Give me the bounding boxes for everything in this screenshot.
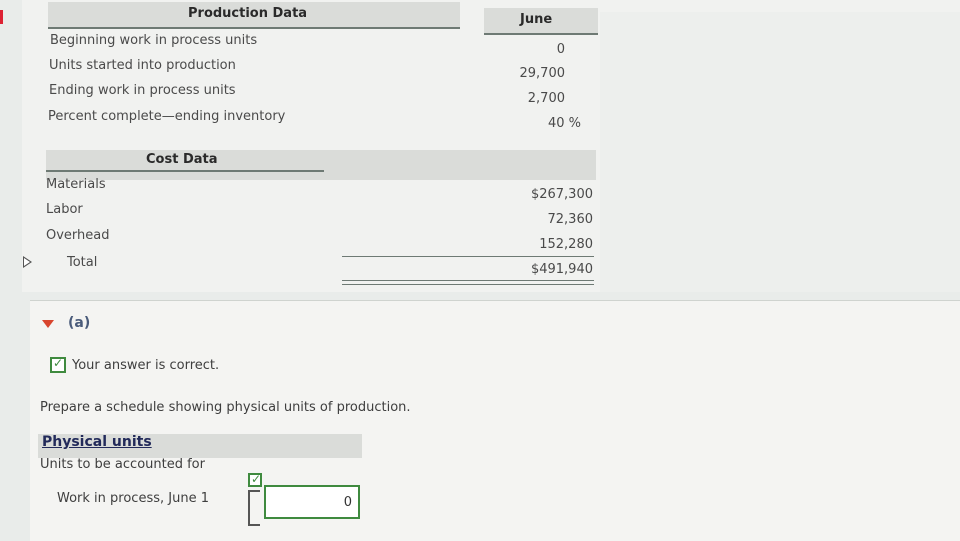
production-row-label: Ending work in process units	[49, 83, 236, 98]
production-data-title: Production Data	[188, 6, 308, 21]
june-column-header: June	[484, 8, 598, 34]
cost-row-value: 72,360	[547, 212, 594, 227]
cost-row-label: Labor	[46, 202, 83, 217]
mouse-pointer-icon	[23, 256, 32, 268]
cost-row-label: Materials	[46, 177, 106, 192]
cost-row-value: $267,300	[530, 187, 593, 202]
part-a-label[interactable]: (a)	[68, 315, 90, 331]
june-column-title: June	[520, 12, 553, 27]
production-row-value: 0	[556, 42, 565, 57]
total-rule-2	[342, 284, 594, 285]
edge-marker	[0, 10, 3, 24]
production-row-label: Units started into production	[49, 58, 236, 73]
field-check-icon	[248, 472, 262, 487]
cost-row-label: Overhead	[46, 228, 110, 243]
cost-data-header: Cost Data	[46, 150, 596, 180]
units-to-account-label: Units to be accounted for	[40, 457, 205, 472]
wip-june1-input[interactable]	[264, 485, 360, 519]
production-data-header: Production Data	[48, 2, 460, 28]
physical-units-title: Physical units	[42, 434, 152, 450]
question-prompt: Prepare a schedule showing physical unit…	[40, 400, 411, 415]
header-rule	[48, 27, 460, 29]
correct-check-icon	[50, 356, 66, 373]
production-row-value: 40 %	[547, 116, 581, 131]
cost-total-value: $491,940	[530, 262, 593, 277]
wip-june1-label: Work in process, June 1	[57, 491, 209, 506]
collapse-triangle-icon[interactable]	[42, 320, 54, 328]
correct-message: Your answer is correct.	[72, 358, 220, 373]
production-row-value: 29,700	[519, 66, 566, 81]
production-row-label: Beginning work in process units	[50, 33, 258, 48]
subtotal-rule	[342, 256, 594, 257]
total-rule-1	[342, 280, 594, 281]
production-row-label: Percent complete—ending inventory	[48, 109, 286, 124]
physical-units-header: Physical units	[38, 434, 362, 458]
cost-row-value: 152,280	[539, 237, 593, 252]
june-rule	[484, 33, 598, 35]
production-row-value: 2,700	[527, 91, 565, 106]
cost-total-label: Total	[67, 255, 98, 270]
cost-header-rule	[46, 170, 324, 172]
field-bracket	[248, 490, 260, 526]
cost-data-title: Cost Data	[146, 152, 218, 167]
panel-shade	[600, 12, 960, 292]
